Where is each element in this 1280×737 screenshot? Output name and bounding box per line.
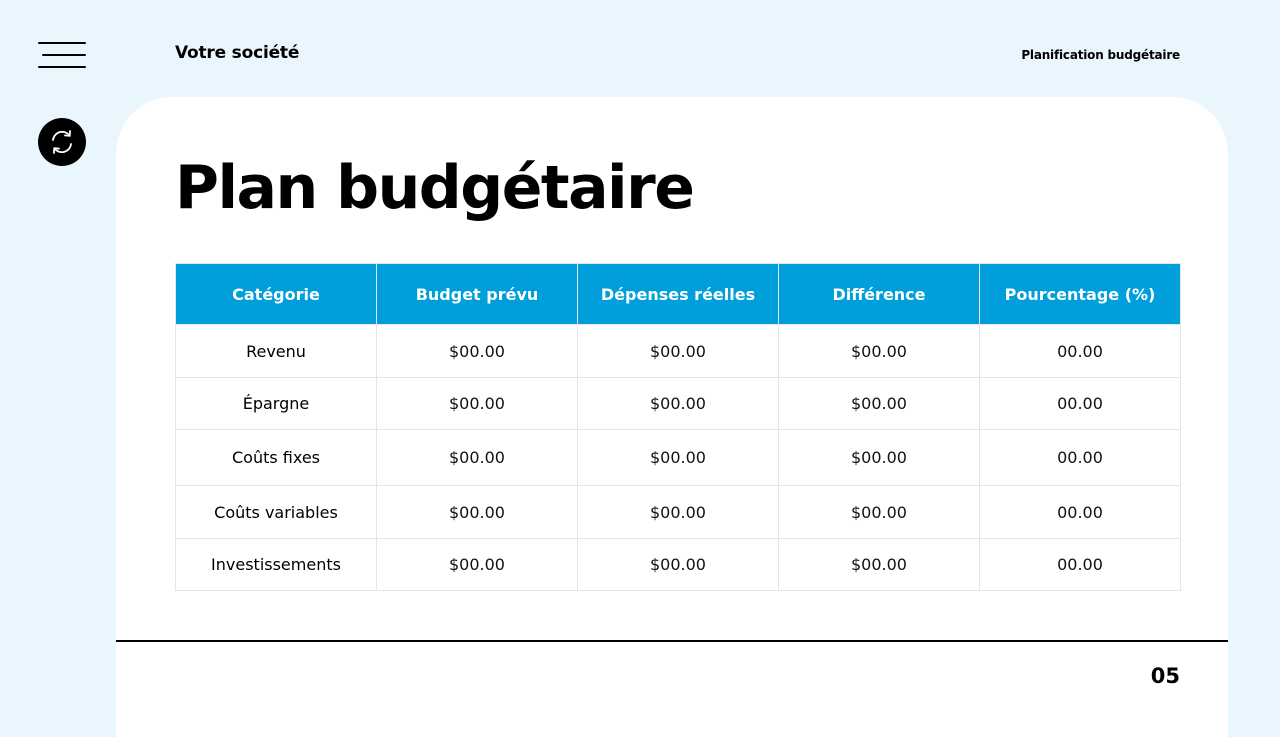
category-cell: Coûts fixes bbox=[175, 429, 377, 486]
menu-line bbox=[38, 42, 86, 44]
actual-expenses-cell: $00.00 bbox=[577, 485, 779, 539]
company-name: Votre société bbox=[175, 43, 300, 63]
column-header-percentage: Pourcentage (%) bbox=[979, 263, 1181, 325]
category-cell: Épargne bbox=[175, 377, 377, 430]
footer-divider bbox=[116, 640, 1228, 642]
actual-expenses-cell: $00.00 bbox=[577, 324, 779, 378]
percentage-cell: 00.00 bbox=[979, 538, 1181, 591]
refresh-button[interactable] bbox=[38, 118, 86, 166]
table-row: Revenu $00.00 $00.00 $00.00 00.00 bbox=[175, 324, 1181, 378]
actual-expenses-cell: $00.00 bbox=[577, 538, 779, 591]
difference-cell: $00.00 bbox=[778, 429, 980, 486]
difference-cell: $00.00 bbox=[778, 485, 980, 539]
planned-budget-cell: $00.00 bbox=[376, 324, 578, 378]
refresh-icon bbox=[52, 130, 72, 154]
table-row: Épargne $00.00 $00.00 $00.00 00.00 bbox=[175, 377, 1181, 430]
difference-cell: $00.00 bbox=[778, 538, 980, 591]
planned-budget-cell: $00.00 bbox=[376, 485, 578, 539]
planned-budget-cell: $00.00 bbox=[376, 429, 578, 486]
page-title: Plan budgétaire bbox=[175, 153, 695, 223]
percentage-cell: 00.00 bbox=[979, 324, 1181, 378]
page-number: 05 bbox=[1150, 664, 1180, 688]
table-row: Coûts fixes $00.00 $00.00 $00.00 00.00 bbox=[175, 429, 1181, 486]
table-row: Investissements $00.00 $00.00 $00.00 00.… bbox=[175, 538, 1181, 591]
percentage-cell: 00.00 bbox=[979, 429, 1181, 486]
category-cell: Investissements bbox=[175, 538, 377, 591]
budget-table: Catégorie Budget prévu Dépenses réelles … bbox=[175, 263, 1181, 591]
difference-cell: $00.00 bbox=[778, 324, 980, 378]
percentage-cell: 00.00 bbox=[979, 377, 1181, 430]
actual-expenses-cell: $00.00 bbox=[577, 429, 779, 486]
category-cell: Revenu bbox=[175, 324, 377, 378]
column-header-difference: Différence bbox=[778, 263, 980, 325]
planned-budget-cell: $00.00 bbox=[376, 538, 578, 591]
table-header-row: Catégorie Budget prévu Dépenses réelles … bbox=[175, 263, 1181, 325]
difference-cell: $00.00 bbox=[778, 377, 980, 430]
column-header-actual-expenses: Dépenses réelles bbox=[577, 263, 779, 325]
menu-line bbox=[38, 66, 86, 68]
header-subtitle: Planification budgétaire bbox=[1021, 48, 1180, 62]
column-header-planned-budget: Budget prévu bbox=[376, 263, 578, 325]
menu-line bbox=[42, 54, 86, 56]
planned-budget-cell: $00.00 bbox=[376, 377, 578, 430]
category-cell: Coûts variables bbox=[175, 485, 377, 539]
actual-expenses-cell: $00.00 bbox=[577, 377, 779, 430]
column-header-category: Catégorie bbox=[175, 263, 377, 325]
percentage-cell: 00.00 bbox=[979, 485, 1181, 539]
hamburger-menu-icon[interactable] bbox=[38, 42, 86, 70]
table-row: Coûts variables $00.00 $00.00 $00.00 00.… bbox=[175, 485, 1181, 539]
